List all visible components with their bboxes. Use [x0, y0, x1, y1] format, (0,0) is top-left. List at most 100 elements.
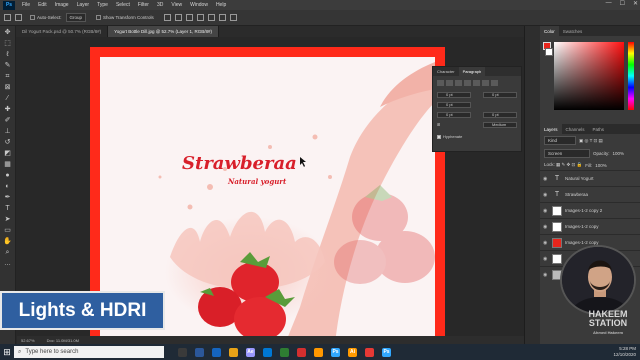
lasso-tool-icon[interactable]: ℓ — [3, 51, 13, 59]
menu-select[interactable]: Select — [116, 2, 130, 8]
taskbar-app-icon[interactable] — [297, 347, 306, 357]
type-tool-icon[interactable]: T — [3, 205, 13, 213]
pen-tool-icon[interactable]: ✒ — [3, 194, 13, 202]
tab-layers[interactable]: Layers — [540, 124, 562, 134]
justify-all-icon[interactable] — [491, 80, 498, 86]
move-tool-icon[interactable] — [4, 14, 11, 21]
menu-filter[interactable]: Filter — [138, 2, 149, 8]
menu-window[interactable]: Window — [190, 2, 208, 8]
tab-character[interactable]: Character — [433, 67, 459, 76]
menu-help[interactable]: Help — [216, 2, 226, 8]
layer-row[interactable]: ◉ T Strawberaa — [540, 186, 640, 202]
tab-yogurt-pack[interactable]: Dil Yogurt Pack.psd @ 50.7% (RGB/8#) — [16, 26, 109, 37]
system-clock[interactable]: 5:28 PM 12/10/2020 — [613, 346, 636, 358]
menu-view[interactable]: View — [171, 2, 182, 8]
minimize-button[interactable]: — — [606, 0, 612, 7]
menu-edit[interactable]: Edit — [38, 2, 47, 8]
home-icon[interactable] — [15, 14, 22, 21]
gradient-tool-icon[interactable]: ▦ — [3, 161, 13, 169]
dodge-tool-icon[interactable]: ◐ — [3, 183, 13, 191]
color-picker-field[interactable] — [554, 42, 624, 110]
marquee-tool-icon[interactable]: ⬚ — [3, 40, 13, 48]
justify-center-icon[interactable] — [473, 80, 480, 86]
align-top-icon[interactable] — [196, 14, 204, 21]
distribute-icon[interactable] — [229, 14, 237, 21]
indent-right-field[interactable]: 0 pt — [483, 92, 517, 98]
taskbar-app-icon[interactable] — [365, 347, 374, 357]
menu-3d[interactable]: 3D — [157, 2, 163, 8]
brush-tool-icon[interactable]: ✐ — [3, 117, 13, 125]
first-line-indent-field[interactable]: 0 pt — [437, 102, 471, 108]
taskbar-app-icon[interactable]: Ae — [246, 347, 255, 357]
eraser-tool-icon[interactable]: ◩ — [3, 150, 13, 158]
tab-color[interactable]: Color — [540, 26, 559, 36]
align-bottom-icon[interactable] — [218, 14, 226, 21]
tab-swatches[interactable]: Swatches — [559, 26, 587, 36]
visibility-eye-icon[interactable]: ◉ — [543, 208, 549, 214]
space-after-field[interactable]: 0 pt — [483, 112, 517, 118]
stamp-tool-icon[interactable]: ⊥ — [3, 128, 13, 136]
taskbar-app-icon[interactable] — [195, 347, 204, 357]
frame-tool-icon[interactable]: ⊠ — [3, 84, 13, 92]
justify-right-icon[interactable] — [482, 80, 489, 86]
maximize-button[interactable]: ☐ — [620, 0, 625, 7]
taskbar-app-icon[interactable] — [263, 347, 272, 357]
more-tools-icon[interactable]: … — [3, 260, 13, 268]
indent-left-field[interactable]: 0 pt — [437, 92, 471, 98]
eyedropper-tool-icon[interactable]: ⁄ — [3, 95, 13, 103]
taskbar-search[interactable]: ⌕ Type here to search — [14, 346, 164, 358]
taskbar-app-icon[interactable] — [280, 347, 289, 357]
visibility-eye-icon[interactable]: ◉ — [543, 192, 549, 198]
windows-start-icon[interactable]: ⊞ — [0, 344, 14, 360]
history-brush-icon[interactable]: ↺ — [3, 139, 13, 147]
justify-left-icon[interactable] — [464, 80, 471, 86]
tab-yogurt-bottle[interactable]: Yogurt Bottle Dill.jpg @ 52.7% (Layer 1,… — [108, 26, 220, 37]
align-left-text-icon[interactable] — [437, 80, 444, 86]
tab-paragraph[interactable]: Paragraph — [458, 67, 486, 76]
menu-image[interactable]: Image — [55, 2, 69, 8]
lock-icons[interactable]: Lock: ▦ ✎ ✥ ⊡ 🔒 — [544, 162, 582, 168]
align-right-text-icon[interactable] — [455, 80, 462, 86]
opacity-value[interactable]: 100% — [613, 151, 625, 156]
align-center-text-icon[interactable] — [446, 80, 453, 86]
layer-row[interactable]: ◉ Images-1-2 copy — [540, 218, 640, 234]
menu-file[interactable]: File — [22, 2, 30, 8]
zoom-level[interactable]: 52.67% — [21, 338, 35, 343]
auto-select-dropdown[interactable]: Group — [65, 13, 87, 22]
align-right-icon[interactable] — [185, 14, 193, 21]
align-left-icon[interactable] — [163, 14, 171, 21]
blend-mode-dropdown[interactable]: Screen — [544, 149, 590, 158]
auto-select-checkbox[interactable] — [30, 15, 35, 20]
taskbar-app-icon[interactable] — [229, 347, 238, 357]
space-before-field[interactable]: 0 pt — [437, 112, 471, 118]
tab-paths[interactable]: Paths — [589, 124, 609, 134]
move-tool-icon[interactable]: ✥ — [3, 29, 13, 37]
composer-icon[interactable]: ⊞ — [437, 122, 440, 128]
show-transform-checkbox[interactable] — [96, 15, 102, 20]
layer-row[interactable]: ◉ T Natural Yogurt — [540, 170, 640, 186]
visibility-eye-icon[interactable]: ◉ — [543, 240, 549, 246]
taskbar-app-icon[interactable] — [314, 347, 323, 357]
visibility-eye-icon[interactable]: ◉ — [543, 256, 549, 262]
path-select-tool-icon[interactable]: ➤ — [3, 216, 13, 224]
taskbar-app-icon[interactable] — [212, 347, 221, 357]
rectangle-tool-icon[interactable]: ▭ — [3, 227, 13, 235]
crop-tool-icon[interactable]: ⌗ — [3, 73, 13, 81]
layer-row[interactable]: ◉ Images-1-2 copy 2 — [540, 202, 640, 218]
visibility-eye-icon[interactable]: ◉ — [543, 176, 549, 182]
menu-layer[interactable]: Layer — [77, 2, 90, 8]
taskbar-app-icon[interactable]: Ps — [382, 347, 391, 357]
taskbar-app-icon[interactable]: Ai — [348, 347, 357, 357]
zoom-tool-icon[interactable]: ⌕ — [3, 249, 13, 257]
background-color-chip[interactable] — [545, 48, 553, 56]
hyphenate-checkbox[interactable] — [437, 134, 441, 139]
taskbar-app-icon[interactable]: Ps — [331, 347, 340, 357]
layer-kind-filter[interactable]: Kind — [544, 136, 576, 145]
visibility-eye-icon[interactable]: ◉ — [543, 272, 549, 278]
tab-channels[interactable]: Channels — [562, 124, 589, 134]
visibility-eye-icon[interactable]: ◉ — [543, 224, 549, 230]
align-center-icon[interactable] — [174, 14, 182, 21]
close-button[interactable]: ✕ — [633, 0, 638, 7]
hand-tool-icon[interactable]: ✋ — [3, 238, 13, 246]
hue-slider[interactable] — [628, 42, 634, 110]
